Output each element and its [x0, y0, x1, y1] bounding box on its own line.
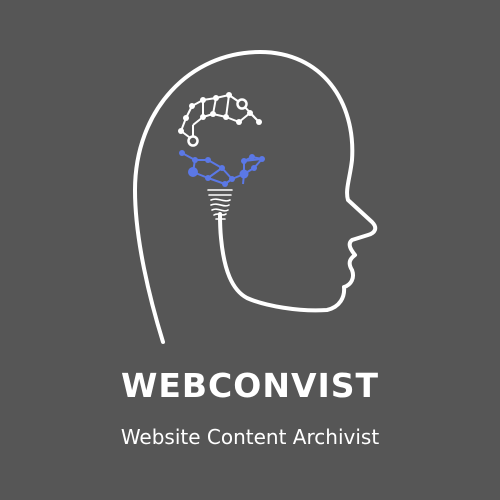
coil-stem: [207, 189, 233, 220]
white-network-nodes: [178, 92, 262, 134]
brand-name: WEBCONVIST: [120, 366, 380, 405]
head-outline: [133, 50, 378, 344]
logo-canvas: WEBCONVIST Website Content Archivist: [0, 0, 500, 500]
blue-network-nodes: [179, 150, 265, 187]
tagline: Website Content Archivist: [120, 425, 380, 449]
white-network: [180, 94, 260, 141]
